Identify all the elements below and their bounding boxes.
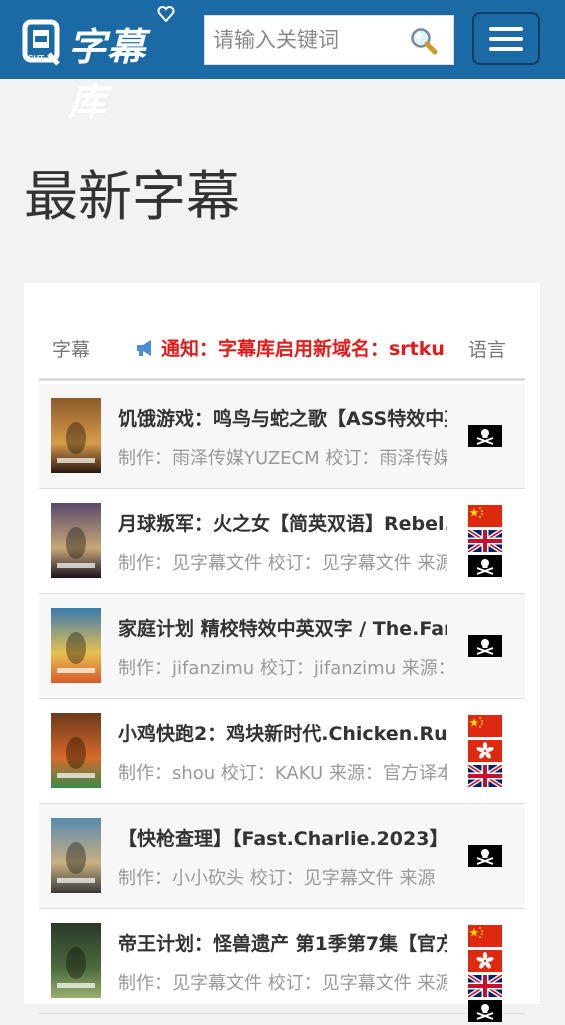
table-header: 字幕 通知：字幕库启用新域名：srtku.com 语言 [39,321,525,381]
china-flag-icon [468,715,502,737]
movie-poster[interactable] [51,608,101,683]
pirate-flag-icon [468,635,502,657]
table-row[interactable]: 家庭计划 精校特效中英双字 / The.Family.Plan 制作：jifanz… [39,594,525,699]
site-header: SHT 字幕库 [0,0,565,124]
subtitle-meta: 制作：小小砍头 校订：见字幕文件 来源 [118,868,436,889]
subtitle-title-link[interactable]: 【快枪查理】【Fast.Charlie.2023】【简英】 [118,824,447,851]
logo-text: 字幕库 [68,25,147,124]
heart-icon [157,6,175,22]
language-flags [468,635,502,660]
pirate-flag-icon [468,425,502,447]
hongkong-flag-icon [468,950,502,972]
notice-marquee[interactable]: 通知：字幕库启用新域名：srtku.com [135,334,447,361]
china-flag-icon [468,505,502,527]
movie-poster[interactable] [51,923,101,998]
menu-bar-icon [489,47,523,51]
movie-poster[interactable] [51,398,101,473]
menu-toggle-button[interactable] [472,12,540,65]
language-flags [468,715,502,790]
subtitle-meta: 制作：见字幕文件 校订：见字幕文件 来源 [118,553,447,574]
search-input[interactable] [205,16,400,64]
table-row[interactable]: 小鸡快跑2：鸡块新时代.Chicken.Run.Dawn 制作：shou 校订：K… [39,699,525,804]
subtitle-title-link[interactable]: 小鸡快跑2：鸡块新时代.Chicken.Run.Dawn [118,719,447,746]
page-title: 最新字幕 [24,165,240,228]
megaphone-icon [137,340,151,356]
search-box [204,15,454,65]
subtitle-title-link[interactable]: 月球叛军：火之女【简英双语】Rebel.Moon [118,509,447,536]
movie-poster[interactable] [51,503,101,578]
language-flags [468,425,502,450]
language-flags [468,845,502,870]
subtitle-title-link[interactable]: 帝王计划：怪兽遗产 第1季第7集【官方中字】 [118,929,447,956]
site-logo[interactable]: SHT 字幕库 [22,6,182,124]
column-header-language: 语言 [468,339,507,361]
uk-flag-icon [468,975,502,997]
pirate-flag-icon [468,1000,502,1022]
uk-flag-icon [468,530,502,552]
subtitle-table: 字幕 通知：字幕库启用新域名：srtku.com 语言 饥饿游戏：鸣鸟与蛇之歌【… [24,283,540,1022]
table-row[interactable]: 帝王计划：怪兽遗产 第1季第7集【官方中字】制作：见字幕文件 校订：见字幕文件 … [39,909,525,1022]
pirate-flag-icon [468,555,502,577]
menu-bar-icon [489,27,523,31]
table-row[interactable]: 饥饿游戏：鸣鸟与蛇之歌【ASS特效中英双字】制作：雨泽传媒YUZECM 校订：雨… [39,384,525,489]
uk-flag-icon [468,765,502,787]
subtitle-meta: 制作：jifanzimu 校订：jifanzimu 来源： [118,658,447,679]
language-flags [468,505,502,580]
table-row[interactable]: 月球叛军：火之女【简英双语】Rebel.Moon 制作：见字幕文件 校订：见字幕文… [39,489,525,594]
subtitle-title-link[interactable]: 家庭计划 精校特效中英双字 / The.Family.Plan [118,614,447,641]
hongkong-flag-icon [468,740,502,762]
movie-poster[interactable] [51,713,101,788]
logo-badge: SHT [28,54,44,63]
subtitle-meta: 制作：shou 校订：KAKU 来源：官方译本 [118,763,447,784]
language-flags [468,925,502,1025]
china-flag-icon [468,925,502,947]
subtitle-title-link[interactable]: 饥饿游戏：鸣鸟与蛇之歌【ASS特效中英双字】 [118,404,447,431]
menu-bar-icon [489,37,523,41]
subtitle-meta: 制作：雨泽传媒YUZECM 校订：雨泽传媒 [118,448,447,469]
pirate-flag-icon [468,845,502,867]
table-row[interactable]: 【快枪查理】【Fast.Charlie.2023】【简英】制作：小小砍头 校订：… [39,804,525,909]
search-icon[interactable] [409,26,439,56]
column-header-subtitle: 字幕 [52,339,91,361]
subtitle-meta: 制作：见字幕文件 校订：见字幕文件 来源 [118,973,447,994]
notice-text: 通知：字幕库启用新域名：srtku.com [161,338,447,360]
movie-poster[interactable] [51,818,101,893]
